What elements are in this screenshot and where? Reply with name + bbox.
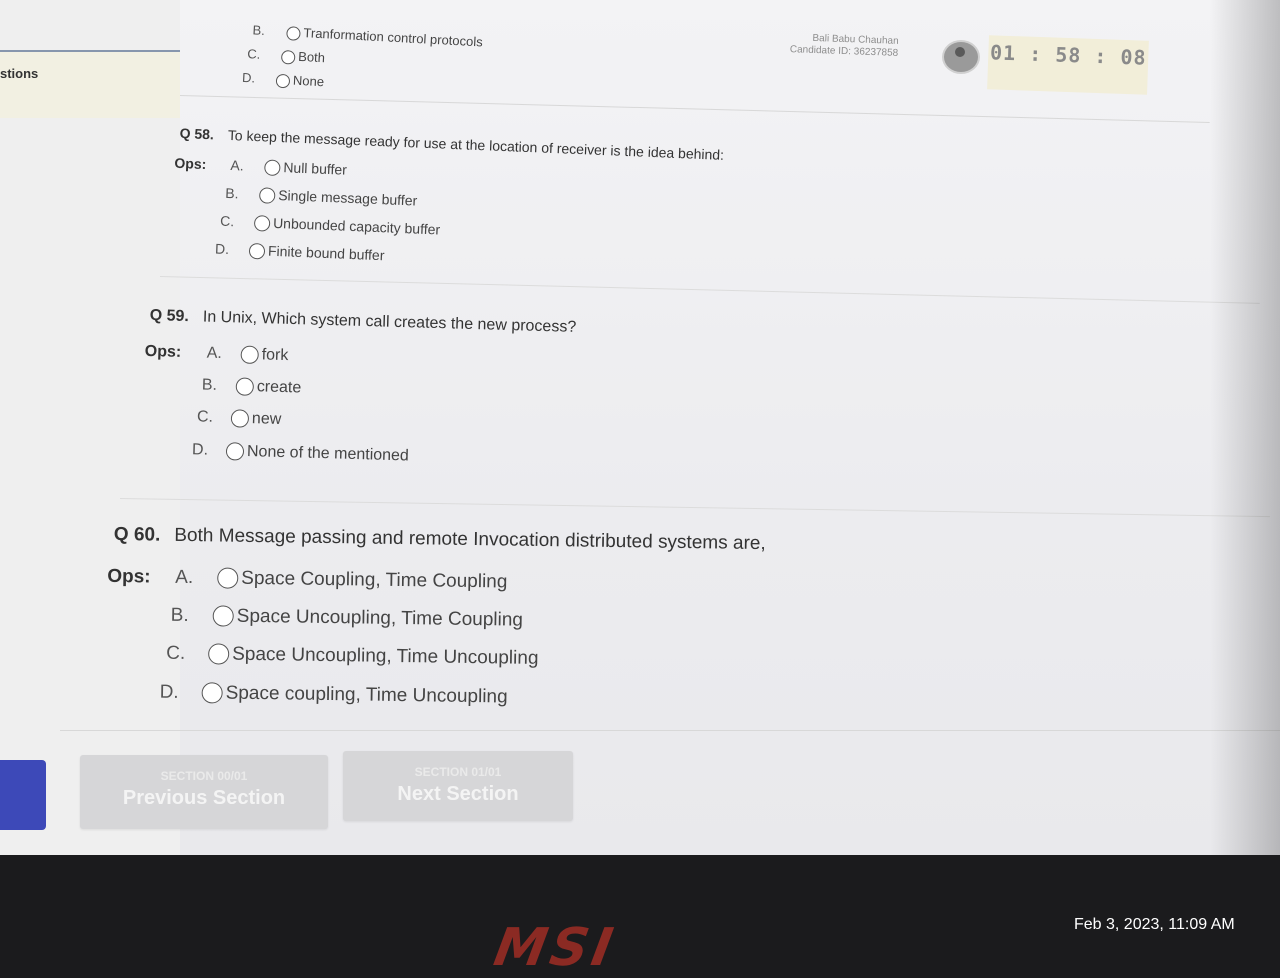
radio-icon[interactable] — [240, 345, 259, 365]
question-stem: Q 60. Both Message passing and remote Inv… — [114, 524, 766, 555]
avatar — [942, 40, 980, 74]
msi-logo: MSI — [489, 918, 621, 978]
option-letter: D. — [241, 69, 256, 86]
button-label: Next Section — [397, 783, 519, 805]
option-text: Tranformation control protocols — [303, 25, 484, 50]
footer-divider — [60, 730, 1280, 731]
option-c[interactable]: C. Both — [247, 46, 325, 66]
option-b[interactable]: B. Space Uncoupling, Time Coupling — [171, 605, 524, 632]
section-counter: SECTION 00/01 — [160, 769, 248, 783]
option-text: fork — [261, 346, 289, 365]
option-b[interactable]: B. Single message buffer — [225, 185, 418, 210]
question-text: To keep the message ready for use at the… — [227, 126, 725, 163]
option-c[interactable]: C. Unbounded capacity buffer — [220, 213, 441, 239]
candidate-info: Bali Babu Chauhan Candidate ID: 36237858 — [790, 32, 899, 60]
option-d[interactable]: D. Finite bound buffer — [215, 241, 385, 265]
previous-section-button[interactable]: SECTION 00/01 Previous Section — [80, 755, 328, 829]
radio-icon[interactable] — [286, 25, 301, 41]
option-text: Unbounded capacity buffer — [272, 214, 441, 238]
option-letter: D. — [214, 240, 230, 258]
countdown-timer: 01 : 58 : 08 — [987, 35, 1149, 95]
option-b[interactable]: B. Tranformation control protocols — [252, 22, 483, 50]
radio-icon[interactable] — [248, 243, 266, 260]
option-text: None — [292, 72, 325, 90]
option-letter: D. — [191, 441, 209, 459]
sidebar-header — [0, 50, 180, 118]
exam-screen: stions Bali Babu Chauhan Candidate ID: 3… — [0, 0, 1280, 855]
question-stem: Q 59. In Unix, Which system call creates … — [149, 307, 577, 337]
question-divider — [159, 276, 1260, 304]
option-text: Space Uncoupling, Time Uncoupling — [232, 643, 539, 669]
question-stem: Q 58. To keep the message ready for use a… — [179, 125, 724, 163]
option-c[interactable]: C. Space Uncoupling, Time Uncoupling — [166, 643, 539, 670]
option-text: new — [251, 410, 282, 428]
section-counter: SECTION 01/01 — [414, 765, 502, 779]
question-number: Q 60. — [113, 524, 161, 546]
radio-icon[interactable] — [230, 409, 250, 428]
question-text: Both Message passing and remote Invocati… — [174, 524, 766, 555]
ops-label: Ops: — [144, 342, 182, 361]
option-c[interactable]: C. new — [197, 408, 282, 429]
sidebar-collapse-tab[interactable] — [0, 760, 46, 830]
option-text: Space Coupling, Time Coupling — [241, 567, 508, 593]
photo-timestamp: Feb 3, 2023, 11:09 AM — [1074, 916, 1235, 933]
option-letter: D. — [159, 681, 179, 703]
timer-hours: 01 — [989, 40, 1017, 66]
next-section-button[interactable]: SECTION 01/01 Next Section — [343, 751, 573, 821]
candidate-id: Candidate ID: 36237858 — [789, 44, 899, 59]
option-d[interactable]: D. None — [242, 70, 325, 90]
option-letter: C. — [246, 46, 261, 62]
option-a[interactable]: A. Space Coupling, Time Coupling — [175, 567, 507, 594]
radio-icon[interactable] — [217, 567, 239, 590]
option-b[interactable]: B. create — [202, 376, 302, 397]
timer-minutes: 58 — [1054, 42, 1082, 68]
radio-icon[interactable] — [201, 682, 223, 705]
button-label: Previous Section — [122, 787, 286, 809]
option-text: None of the mentioned — [246, 443, 410, 465]
option-letter: C. — [219, 212, 235, 230]
option-letter: B. — [224, 184, 239, 202]
option-letter: B. — [201, 376, 218, 395]
sidebar-title: stions — [0, 66, 39, 81]
option-text: Both — [297, 48, 326, 66]
option-text: create — [256, 378, 302, 397]
screen-edge-shadow — [1210, 0, 1280, 855]
radio-icon[interactable] — [253, 215, 271, 232]
question-number: Q 58. — [179, 125, 215, 143]
radio-icon[interactable] — [280, 49, 296, 65]
option-letter: C. — [196, 408, 214, 427]
option-letter: A. — [230, 157, 244, 174]
radio-icon[interactable] — [235, 377, 255, 396]
question-text: In Unix, Which system call creates the n… — [202, 308, 577, 336]
option-d[interactable]: D. Space coupling, Time Uncoupling — [159, 681, 508, 709]
option-d[interactable]: D. None of the mentioned — [192, 441, 409, 465]
radio-icon[interactable] — [212, 605, 234, 628]
option-text: Null buffer — [283, 159, 348, 178]
radio-icon[interactable] — [225, 442, 245, 461]
header-divider — [179, 95, 1210, 123]
question-number: Q 59. — [149, 307, 190, 326]
option-letter: C. — [166, 642, 186, 665]
sidebar: stions — [0, 0, 180, 855]
option-text: Space Uncoupling, Time Coupling — [236, 605, 524, 631]
option-a[interactable]: A. fork — [206, 345, 288, 366]
option-letter: B. — [252, 22, 266, 39]
timer-sep: : — [1028, 41, 1043, 67]
radio-icon[interactable] — [258, 187, 276, 205]
question-divider — [119, 498, 1270, 518]
ops-label: Ops: — [107, 565, 151, 588]
option-text: Single message buffer — [277, 187, 418, 209]
ops-label: Ops: — [174, 154, 207, 173]
option-letter: B. — [170, 604, 189, 627]
radio-icon[interactable] — [275, 73, 291, 88]
option-text: Space coupling, Time Uncoupling — [225, 682, 508, 708]
timer-sep: : — [1094, 43, 1108, 69]
radio-icon[interactable] — [264, 159, 281, 177]
option-text: Finite bound buffer — [267, 242, 385, 264]
option-a[interactable]: A. Null buffer — [230, 157, 347, 179]
timer-seconds: 08 — [1120, 44, 1148, 70]
option-letter: A. — [175, 566, 194, 589]
option-letter: A. — [206, 344, 223, 363]
radio-icon[interactable] — [208, 643, 230, 666]
